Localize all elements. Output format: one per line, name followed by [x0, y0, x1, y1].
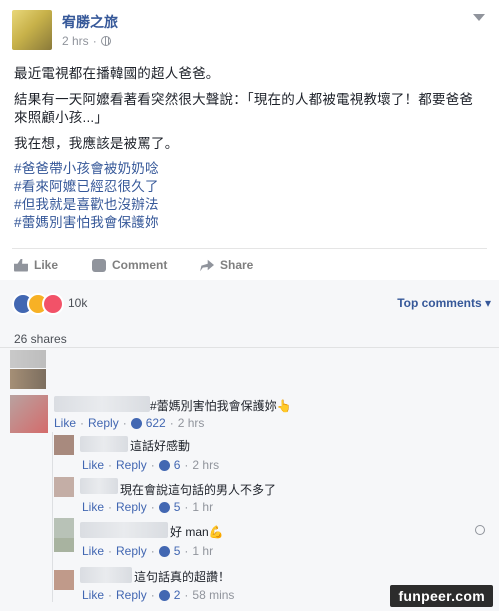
divider	[0, 347, 499, 348]
meta-separator: ·	[169, 416, 174, 430]
reply-meta: Like · Reply · 5 · 1 hr	[82, 544, 213, 558]
like-count-icon	[158, 589, 170, 601]
meta-separator: ·	[150, 458, 155, 472]
reply-time[interactable]: 2 hrs	[192, 458, 219, 472]
reply-like-count[interactable]: 2	[174, 588, 181, 602]
meta-separator: ·	[108, 544, 113, 558]
reply-like-count[interactable]: 5	[174, 500, 181, 514]
reply-thread-line	[52, 432, 53, 602]
avatar[interactable]	[10, 369, 46, 389]
reply-like-count[interactable]: 6	[174, 458, 181, 472]
reply-avatar[interactable]	[54, 477, 74, 497]
commenter-name[interactable]	[80, 522, 168, 538]
reply-avatar[interactable]	[54, 518, 74, 538]
reply-like-link[interactable]: Like	[82, 458, 104, 472]
top-comments-dropdown[interactable]: Top comments ▾	[397, 296, 491, 310]
post-time[interactable]: 2 hrs	[62, 34, 89, 48]
comment-label: Comment	[112, 258, 168, 272]
meta-separator: ·	[80, 416, 85, 430]
facebook-post: 宥勝之旅 2 hrs · 最近電視都在播韓國的超人爸爸。 結果有一天阿嬤看著看突…	[0, 0, 499, 611]
shares-count[interactable]: 26 shares	[14, 332, 67, 346]
like-label: Like	[34, 258, 59, 272]
reply-reply-link[interactable]: Reply	[116, 458, 147, 472]
reply-meta: Like · Reply · 2 · 58 mins	[82, 588, 234, 602]
reply-time[interactable]: 58 mins	[192, 588, 234, 602]
hashtag-4[interactable]: #蕾媽別害怕我會保護妳	[14, 214, 489, 232]
post-meta: 2 hrs ·	[62, 34, 111, 48]
reply-avatar[interactable]	[54, 570, 74, 590]
like-count-icon	[130, 417, 142, 429]
share-label: Share	[220, 258, 254, 272]
like-count-icon	[158, 545, 170, 557]
commenter-avatar[interactable]	[10, 395, 48, 433]
reply-reply-link[interactable]: Reply	[116, 588, 147, 602]
reply-text: 現在會說這句話的男人不多了	[120, 483, 277, 497]
comment-time[interactable]: 2 hrs	[178, 416, 205, 430]
share-icon	[200, 259, 214, 272]
reply-like-link[interactable]: Like	[82, 588, 104, 602]
comment-meta: Like · Reply · 622 · 2 hrs	[54, 416, 204, 430]
reply-like-link[interactable]: Like	[82, 544, 104, 558]
comment-button[interactable]: Comment	[92, 258, 167, 272]
globe-icon	[100, 36, 111, 46]
meta-separator: ·	[108, 500, 113, 514]
reply-meta: Like · Reply · 5 · 1 hr	[82, 500, 213, 514]
hashtag-3[interactable]: #但我就是喜歡也沒辦法	[14, 196, 489, 214]
commenter-name[interactable]	[80, 567, 132, 583]
post-text-line-4: 我在想，我應該是被罵了。	[14, 136, 179, 151]
author-name[interactable]: 宥勝之旅	[62, 12, 118, 32]
commenter-name[interactable]	[80, 478, 118, 494]
like-button[interactable]: Like	[14, 258, 58, 272]
thumbs-up-icon	[14, 258, 28, 272]
post-options-chevron-icon[interactable]	[473, 14, 485, 21]
like-count-icon	[158, 459, 170, 471]
reply-time[interactable]: 1 hr	[192, 544, 213, 558]
comments-section	[0, 322, 499, 611]
meta-separator: ·	[150, 500, 155, 514]
avatar[interactable]	[10, 350, 46, 368]
reply-avatar[interactable]	[54, 538, 74, 552]
love-reaction-icon[interactable]	[42, 293, 64, 315]
comment-icon	[92, 258, 106, 272]
reply-like-count[interactable]: 5	[174, 544, 181, 558]
reply-options-icon[interactable]	[475, 525, 485, 535]
like-count-icon	[158, 501, 170, 513]
meta-separator: ·	[150, 544, 155, 558]
meta-separator: ·	[184, 500, 189, 514]
hashtag-2[interactable]: #看來阿嬤已經忍很久了	[14, 178, 489, 196]
reply-reply-link[interactable]: Reply	[116, 544, 147, 558]
reply-reply-link[interactable]: Reply	[116, 500, 147, 514]
reply-time[interactable]: 1 hr	[192, 500, 213, 514]
commenter-name[interactable]	[80, 436, 128, 452]
post-text-line-2: 結果有一天阿嬤看著看突然很大聲說：「現在的人都被電視教壞了！都要爸爸	[14, 92, 474, 107]
reply-avatar[interactable]	[54, 435, 74, 455]
hashtag-1[interactable]: #爸爸帶小孩會被奶奶唸	[14, 160, 489, 178]
comment-like-link[interactable]: Like	[54, 416, 76, 430]
meta-separator: ·	[108, 458, 113, 472]
reply-text: 這句話真的超讚！	[134, 570, 231, 584]
meta-separator: ·	[122, 416, 127, 430]
meta-separator: ·	[150, 588, 155, 602]
comment-text: #蕾媽別害怕我會保護妳👆	[150, 399, 292, 413]
meta-separator: ·	[184, 588, 189, 602]
divider	[12, 248, 487, 249]
reply-like-link[interactable]: Like	[82, 500, 104, 514]
reaction-count[interactable]: 10k	[68, 296, 87, 310]
post-text-line-1: 最近電視都在播韓國的超人爸爸。	[14, 66, 220, 81]
author-avatar[interactable]	[12, 10, 52, 50]
reply-text: 這話好感動	[130, 439, 191, 453]
watermark: funpeer.com	[390, 585, 493, 607]
post-text-line-3: 來照顧小孩...」	[14, 110, 109, 125]
comment-reply-link[interactable]: Reply	[88, 416, 119, 430]
meta-separator: ·	[108, 588, 113, 602]
reply-meta: Like · Reply · 6 · 2 hrs	[82, 458, 219, 472]
reply-text: 好 man💪	[170, 525, 224, 539]
commenter-name[interactable]	[54, 396, 150, 412]
share-button[interactable]: Share	[200, 258, 253, 272]
meta-separator: ·	[92, 34, 97, 48]
meta-separator: ·	[184, 544, 189, 558]
meta-separator: ·	[184, 458, 189, 472]
comment-like-count[interactable]: 622	[146, 416, 166, 430]
